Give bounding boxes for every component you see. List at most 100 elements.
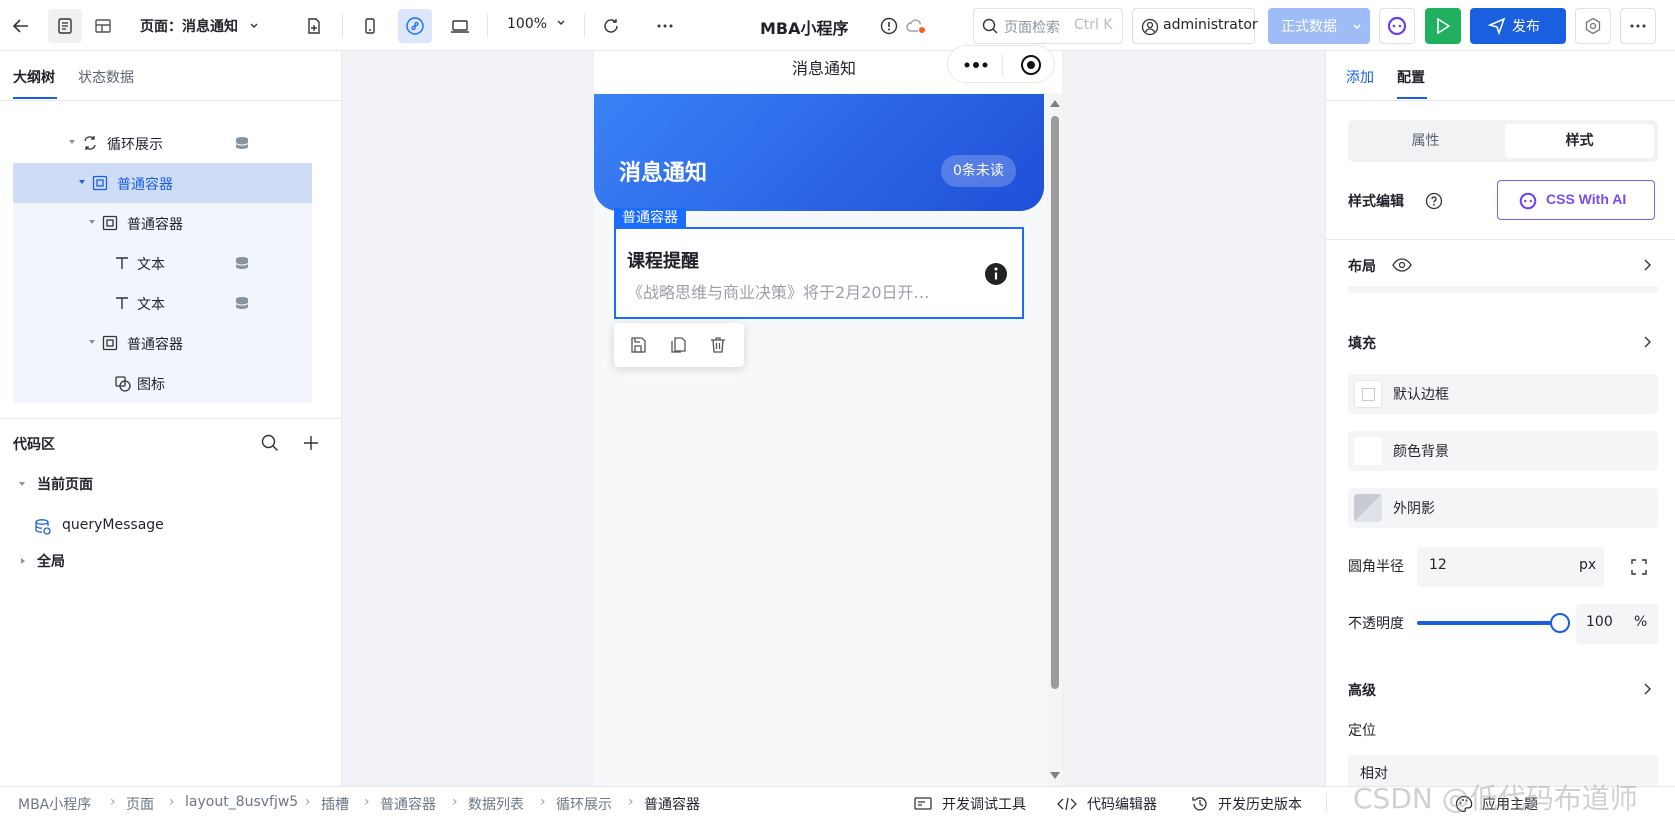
- container-icon: [102, 335, 118, 351]
- breadcrumb-item[interactable]: MBA小程序: [18, 794, 91, 814]
- layout-icon[interactable]: [86, 9, 120, 43]
- panel-resize-handle[interactable]: [1326, 101, 1332, 786]
- history-icon: [1191, 795, 1209, 813]
- opacity-slider-handle[interactable]: [1550, 613, 1570, 633]
- code-icon: [1057, 796, 1077, 812]
- zoom-selector[interactable]: 100%: [507, 16, 566, 32]
- code-current-page[interactable]: 当前页面: [37, 474, 93, 494]
- scroll-up-icon[interactable]: [1050, 99, 1060, 107]
- page-search-input[interactable]: 页面检索 Ctrl K: [973, 8, 1123, 44]
- save-icon[interactable]: [629, 336, 647, 354]
- code-global[interactable]: 全局: [37, 551, 65, 571]
- breadcrumb-item-current[interactable]: 普通容器: [644, 794, 700, 814]
- tree-node-text[interactable]: 文本: [13, 283, 312, 323]
- breadcrumb-item[interactable]: layout_8usvfjw5: [185, 794, 298, 810]
- page-list-icon[interactable]: [48, 9, 82, 43]
- css-with-ai-button[interactable]: CSS With AI: [1497, 180, 1655, 220]
- caret-right-icon[interactable]: [19, 557, 27, 565]
- desktop-view-icon[interactable]: [443, 9, 477, 43]
- publish-button[interactable]: 发布: [1470, 8, 1566, 44]
- top-toolbar: 页面：消息通知 100% MBA小程序 页面检索 Ctrl K administ…: [0, 0, 1675, 51]
- tree-node-icon[interactable]: 图标: [13, 363, 312, 403]
- preview-button[interactable]: [1425, 8, 1461, 44]
- data-env-select[interactable]: 正式数据: [1268, 8, 1370, 44]
- scroll-down-icon[interactable]: [1050, 772, 1060, 780]
- opacity-input[interactable]: 100 %: [1576, 604, 1658, 644]
- add-page-icon[interactable]: [297, 9, 331, 43]
- ai-logo-icon: [1518, 191, 1538, 211]
- left-panel: 大纲树 状态数据 循环展示 普通容器 普通容器 文本 文本 普通容器 图标 代码…: [0, 51, 342, 786]
- tab-state-data[interactable]: 状态数据: [78, 67, 134, 87]
- devtools-button[interactable]: 开发调试工具: [942, 794, 1026, 814]
- caret-down-icon[interactable]: [18, 480, 26, 488]
- opacity-value: 100: [1586, 614, 1613, 630]
- message-card[interactable]: 课程提醒 《战略思维与商业决策》将于2月20日开…: [614, 227, 1024, 319]
- tab-add[interactable]: 添加: [1346, 67, 1374, 87]
- breadcrumb-item[interactable]: 普通容器: [380, 794, 436, 814]
- chevron-right-icon[interactable]: [1642, 259, 1652, 271]
- code-editor-button[interactable]: 代码编辑器: [1087, 794, 1157, 814]
- breadcrumb-item[interactable]: 插槽: [321, 794, 349, 814]
- radius-input[interactable]: 12 px: [1417, 547, 1604, 587]
- app-theme-button[interactable]: 应用主题: [1482, 794, 1538, 814]
- more-icon[interactable]: [648, 9, 682, 43]
- tree-node-text[interactable]: 文本: [13, 243, 312, 283]
- position-select[interactable]: 相对: [1348, 755, 1658, 786]
- user-menu[interactable]: administrator: [1132, 8, 1258, 44]
- chevron-right-icon[interactable]: [1642, 683, 1652, 695]
- selected-component-tag: 普通容器: [614, 208, 686, 228]
- copy-icon[interactable]: [669, 336, 687, 354]
- ai-assistant-button[interactable]: [1379, 8, 1415, 44]
- tree-node-loop[interactable]: 循环展示: [13, 123, 312, 163]
- scrollbar-thumb[interactable]: [1051, 116, 1059, 689]
- layout-section-title[interactable]: 布局: [1348, 256, 1376, 276]
- database-icon: [235, 136, 249, 150]
- cloud-sync-icon[interactable]: [900, 9, 934, 43]
- help-icon[interactable]: [1425, 192, 1443, 210]
- chevron-right-icon: ›: [110, 794, 116, 810]
- history-button[interactable]: 开发历史版本: [1218, 794, 1302, 814]
- code-query-item[interactable]: queryMessage: [62, 517, 164, 533]
- opacity-unit: %: [1634, 614, 1648, 630]
- chevron-right-icon: ›: [628, 794, 634, 810]
- active-tab-indicator: [1397, 97, 1427, 99]
- tab-outline-tree[interactable]: 大纲树: [13, 67, 55, 87]
- position-value: 相对: [1360, 766, 1388, 782]
- chevron-right-icon: ›: [540, 794, 546, 810]
- breadcrumb-item[interactable]: 页面: [126, 794, 154, 814]
- tree-node-container-selected[interactable]: 普通容器: [13, 163, 312, 203]
- hexagon-settings-icon: [1584, 17, 1602, 35]
- more-menu-button[interactable]: [1620, 8, 1656, 44]
- breadcrumb-item[interactable]: 数据列表: [468, 794, 524, 814]
- tab-config[interactable]: 配置: [1397, 67, 1425, 87]
- tree-node-label: 循环展示: [107, 137, 163, 153]
- trash-icon[interactable]: [709, 336, 727, 354]
- phone-scrollbar[interactable]: [1047, 94, 1062, 786]
- eye-icon[interactable]: [1392, 257, 1412, 273]
- page-selector[interactable]: 页面：消息通知: [140, 16, 259, 36]
- tree-node-container[interactable]: 普通容器: [13, 203, 312, 243]
- border-style-row[interactable]: 默认边框: [1348, 374, 1658, 414]
- expand-corners-icon[interactable]: [1630, 558, 1648, 576]
- capsule-menu[interactable]: [947, 45, 1055, 83]
- shadow-row[interactable]: 外阴影: [1348, 488, 1658, 528]
- container-icon: [102, 215, 118, 231]
- tree-node-container[interactable]: 普通容器: [13, 323, 312, 363]
- fill-section-title[interactable]: 填充: [1348, 333, 1376, 353]
- query-database-icon: [34, 518, 52, 536]
- breadcrumb-item[interactable]: 循环展示: [556, 794, 612, 814]
- refresh-icon[interactable]: [594, 9, 628, 43]
- more-icon: [964, 62, 988, 68]
- search-icon[interactable]: [261, 434, 279, 452]
- segment-properties[interactable]: 属性: [1348, 120, 1503, 162]
- back-arrow-icon[interactable]: [4, 9, 38, 43]
- opacity-slider[interactable]: [1417, 613, 1570, 633]
- miniprogram-view-icon[interactable]: [398, 9, 432, 43]
- settings-button[interactable]: [1575, 8, 1611, 44]
- background-color-row[interactable]: 颜色背景: [1348, 431, 1658, 471]
- chevron-right-icon[interactable]: [1642, 336, 1652, 348]
- segment-style[interactable]: 样式: [1505, 124, 1654, 158]
- mobile-view-icon[interactable]: [353, 9, 387, 43]
- add-icon[interactable]: [302, 434, 320, 452]
- advanced-section-title[interactable]: 高级: [1348, 680, 1376, 700]
